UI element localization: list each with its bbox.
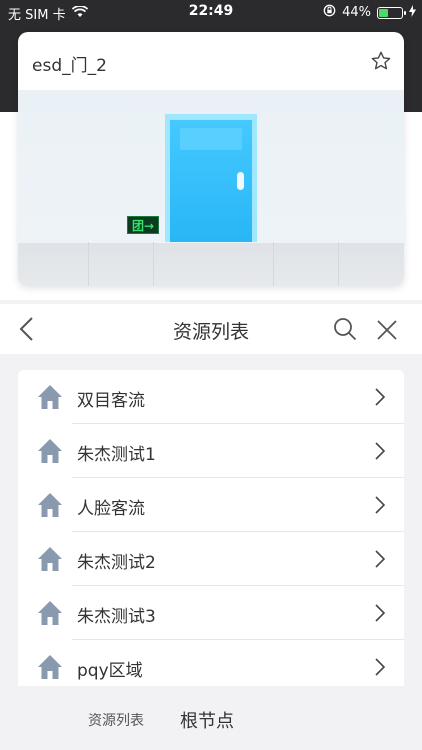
chevron-right-icon <box>374 442 386 460</box>
resource-list: 双目客流 朱杰测试1 人脸客流 朱杰测试2 朱杰测试3 pqy区域 <box>18 370 404 686</box>
nav-header: 资源列表 <box>0 304 422 354</box>
breadcrumb: 资源列表 根节点 <box>0 686 422 750</box>
breadcrumb-item-resource-list[interactable]: 资源列表 <box>88 710 144 730</box>
list-item-label: 朱杰测试3 <box>77 607 156 627</box>
floor-tile-line <box>153 242 154 286</box>
camera-preview-card[interactable]: esd_门_2 团→ <box>18 32 404 286</box>
battery-level <box>379 8 388 17</box>
door-scene-image: 团→ <box>18 90 404 286</box>
chevron-right-icon <box>374 658 386 676</box>
list-item-label: 朱杰测试1 <box>77 445 156 465</box>
exit-sign: 团→ <box>127 216 159 234</box>
search-icon[interactable] <box>333 317 357 341</box>
home-icon <box>37 384 63 410</box>
door-illustration <box>170 120 252 242</box>
battery-percent: 44% <box>342 5 371 20</box>
list-item-label: 朱杰测试2 <box>77 553 156 573</box>
chevron-right-icon <box>374 388 386 406</box>
star-outline-icon[interactable] <box>370 50 392 72</box>
chevron-right-icon <box>374 550 386 568</box>
list-item[interactable]: pqy区域 <box>18 640 404 686</box>
list-item-label: 双目客流 <box>77 391 145 411</box>
list-item[interactable]: 双目客流 <box>18 370 404 424</box>
home-icon <box>37 654 63 680</box>
floor-tile-line <box>273 242 274 286</box>
orientation-lock-icon <box>323 4 336 21</box>
home-icon <box>37 492 63 518</box>
close-icon[interactable] <box>376 319 398 341</box>
card-title: esd_门_2 <box>32 56 107 76</box>
battery-icon <box>377 6 406 19</box>
home-icon <box>37 600 63 626</box>
list-item[interactable]: 朱杰测试2 <box>18 532 404 586</box>
floor-tile-line <box>88 242 89 286</box>
list-item[interactable]: 朱杰测试1 <box>18 424 404 478</box>
list-item-label: pqy区域 <box>77 661 143 681</box>
status-bar: 无 SIM 卡 22:49 44% <box>0 0 422 24</box>
breadcrumb-item-root-node[interactable]: 根节点 <box>180 707 234 733</box>
list-item[interactable]: 人脸客流 <box>18 478 404 532</box>
charging-icon <box>409 4 416 21</box>
chevron-right-icon <box>374 496 386 514</box>
door-handle <box>237 172 244 190</box>
nav-title: 资源列表 <box>172 321 249 343</box>
status-right: 44% <box>323 4 416 21</box>
chevron-right-icon <box>374 604 386 622</box>
door-panel <box>180 128 242 150</box>
home-icon <box>37 438 63 464</box>
home-icon <box>37 546 63 572</box>
floor-tile-line <box>338 242 339 286</box>
list-item-label: 人脸客流 <box>77 499 145 519</box>
list-item[interactable]: 朱杰测试3 <box>18 586 404 640</box>
card-header: esd_门_2 <box>18 32 404 90</box>
